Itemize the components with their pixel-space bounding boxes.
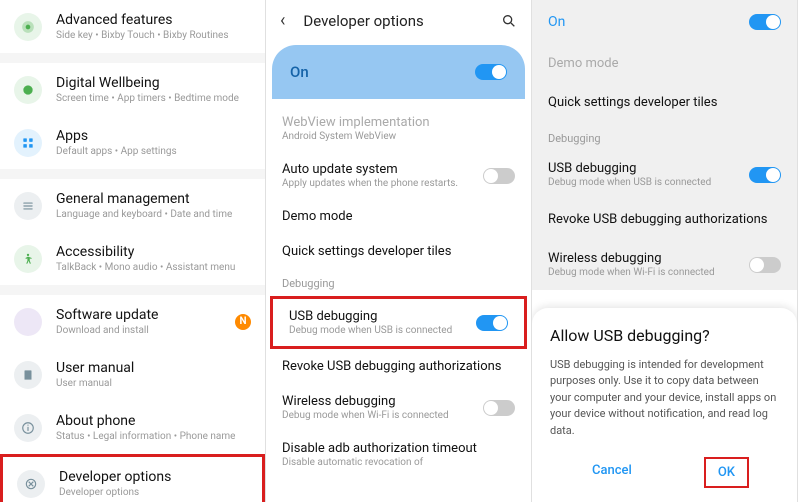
item-subtitle: Language and keyboard • Date and time — [56, 209, 251, 220]
auto-update-toggle[interactable] — [483, 168, 515, 184]
dialog-column: On Demo mode Quick settings developer ti… — [532, 0, 798, 502]
item-subtitle: Developer options — [59, 487, 248, 498]
settings-column: Advanced features Side key • Bixby Touch… — [0, 0, 266, 502]
page-title: Developer options — [303, 12, 501, 30]
item-subtitle: TalkBack • Mono audio • Assistant menu — [56, 262, 251, 273]
item-subtitle: Screen time • App timers • Bedtime mode — [56, 93, 251, 104]
item-subtitle: Status • Legal information • Phone name — [56, 431, 251, 442]
usb-debugging-dialog: Allow USB debugging? USB debugging is in… — [532, 308, 797, 502]
wireless-debugging-toggle[interactable] — [749, 257, 781, 273]
master-toggle-banner[interactable]: On — [272, 45, 525, 99]
dev-item-usb-debugging[interactable]: USB debugging Debug mode when USB is con… — [270, 296, 527, 349]
item-subtitle: Default apps • App settings — [56, 146, 251, 157]
dev-item-wireless-debugging[interactable]: Wireless debugging Debug mode when Wi-Fi… — [266, 384, 531, 431]
on-label: On — [290, 63, 309, 81]
item-title: Advanced features — [56, 12, 251, 28]
settings-item-accessibility[interactable]: Accessibility TalkBack • Mono audio • As… — [0, 232, 265, 285]
item-title: Accessibility — [56, 244, 251, 260]
dev-item-auto-update[interactable]: Auto update system Apply updates when th… — [266, 152, 531, 199]
dev-item-demo-mode[interactable]: Demo mode — [266, 199, 531, 234]
settings-item-general-management[interactable]: General management Language and keyboard… — [0, 179, 265, 232]
c3-item-demo-mode[interactable]: Demo mode — [532, 44, 797, 83]
debugging-section-header: Debugging — [266, 269, 531, 296]
back-icon[interactable]: ‹ — [280, 10, 285, 31]
developer-options-icon — [17, 470, 45, 498]
apps-icon — [14, 129, 42, 157]
c3-item-revoke-auth[interactable]: Revoke USB debugging authorizations — [532, 200, 797, 239]
general-management-icon — [14, 192, 42, 220]
c3-item-usb-debugging[interactable]: USB debugging Debug mode when USB is con… — [532, 149, 797, 200]
dev-item-revoke-auth[interactable]: Revoke USB debugging authorizations — [266, 349, 531, 384]
cancel-button[interactable]: Cancel — [580, 457, 644, 488]
on-label: On — [548, 14, 565, 30]
settings-item-apps[interactable]: Apps Default apps • App settings — [0, 116, 265, 169]
item-subtitle: Download and install — [56, 325, 235, 336]
accessibility-icon — [14, 245, 42, 273]
item-title: General management — [56, 191, 251, 207]
update-badge: N — [235, 314, 251, 330]
developer-options-column: ‹ Developer options On WebView implement… — [266, 0, 532, 502]
item-title: Software update — [56, 307, 235, 323]
debugging-section-header: Debugging — [532, 122, 797, 149]
settings-item-user-manual[interactable]: User manual User manual — [0, 348, 265, 401]
item-title: About phone — [56, 413, 251, 429]
dev-item-disable-adb-timeout[interactable]: Disable adb authorization timeout Disabl… — [266, 431, 531, 478]
dialog-title: Allow USB debugging? — [550, 326, 779, 345]
item-title: Apps — [56, 128, 251, 144]
master-toggle[interactable] — [749, 14, 781, 30]
dev-item-webview[interactable]: WebView implementation Android System We… — [266, 105, 531, 152]
settings-item-software-update[interactable]: Software update Download and install N — [0, 295, 265, 348]
ok-button[interactable]: OK — [704, 457, 749, 488]
software-update-icon — [14, 308, 42, 336]
user-manual-icon — [14, 361, 42, 389]
advanced-features-icon — [14, 13, 42, 41]
wireless-debugging-toggle[interactable] — [483, 400, 515, 416]
about-phone-icon — [14, 414, 42, 442]
master-toggle[interactable] — [475, 64, 507, 80]
item-subtitle: Side key • Bixby Touch • Bixby Routines — [56, 30, 251, 41]
settings-item-about-phone[interactable]: About phone Status • Legal information •… — [0, 401, 265, 454]
dialog-body: USB debugging is intended for developmen… — [550, 357, 779, 440]
wellbeing-icon — [14, 76, 42, 104]
item-title: User manual — [56, 360, 251, 376]
master-toggle-row[interactable]: On — [532, 0, 797, 44]
usb-debugging-toggle[interactable] — [476, 315, 508, 331]
dev-item-quick-tiles[interactable]: Quick settings developer tiles — [266, 234, 531, 269]
settings-item-developer-options[interactable]: Developer options Developer options — [0, 454, 265, 502]
c3-item-wireless-debugging[interactable]: Wireless debugging Debug mode when Wi-Fi… — [532, 239, 797, 290]
developer-header: ‹ Developer options — [266, 0, 531, 41]
item-title: Developer options — [59, 469, 248, 485]
item-title: Digital Wellbeing — [56, 75, 251, 91]
item-subtitle: User manual — [56, 378, 251, 389]
search-icon[interactable] — [501, 13, 517, 29]
usb-debugging-toggle[interactable] — [749, 167, 781, 183]
settings-item-digital-wellbeing[interactable]: Digital Wellbeing Screen time • App time… — [0, 63, 265, 116]
c3-item-quick-tiles[interactable]: Quick settings developer tiles — [532, 83, 797, 122]
settings-item-advanced-features[interactable]: Advanced features Side key • Bixby Touch… — [0, 0, 265, 53]
